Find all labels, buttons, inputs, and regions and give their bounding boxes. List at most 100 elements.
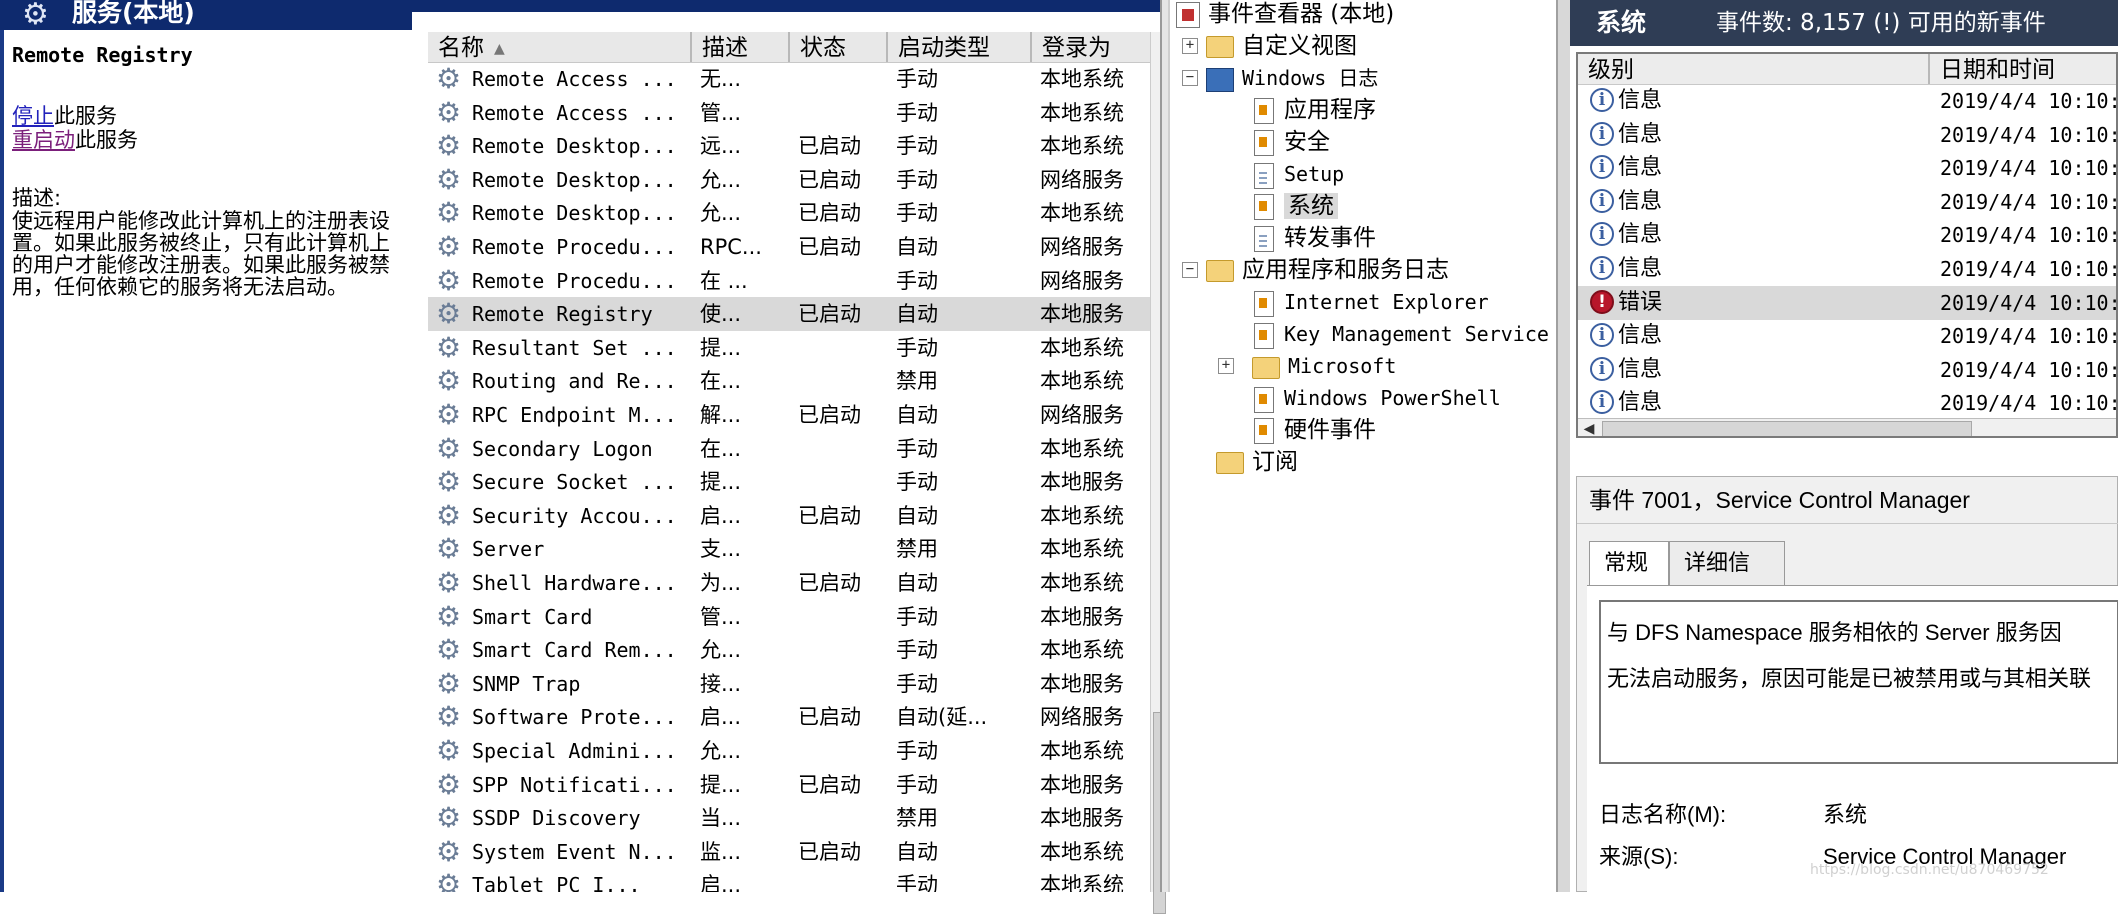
- service-name: Remote Procedu...: [472, 268, 677, 293]
- event-row[interactable]: ! 错误 2019/4/4 10:10:: [1578, 285, 2116, 320]
- services-pane: ⚙ 服务(本地) Remote Registry 停止此服务 重启动此服务 描述…: [0, 0, 1167, 914]
- column-header-logon-as[interactable]: 登录为: [1032, 32, 1158, 62]
- table-row[interactable]: ⚙ Remote Desktop... 远... 已启动 手动 本地系统: [428, 129, 1150, 163]
- tree-key-management-service[interactable]: Key Management Service: [1254, 318, 1549, 350]
- events-horizontal-scrollbar[interactable]: ◀: [1578, 418, 2116, 436]
- tree-application-log[interactable]: 应用程序: [1254, 94, 1376, 126]
- tree-hardware-events[interactable]: 硬件事件: [1254, 414, 1376, 446]
- event-row[interactable]: i 信息 2019/4/4 10:10:: [1578, 218, 2116, 252]
- table-row[interactable]: ⚙ Secure Socket ... 提... 手动 本地服务: [428, 465, 1150, 499]
- service-startup-type: 禁用: [896, 369, 938, 394]
- table-row[interactable]: ⚙ Routing and Re... 在... 禁用 本地系统: [428, 364, 1150, 398]
- table-row[interactable]: ⚙ Remote Access ... 管... 手动 本地系统: [428, 96, 1150, 130]
- event-row[interactable]: i 信息 2019/4/4 10:10:: [1578, 252, 2116, 286]
- table-row[interactable]: ⚙ Remote Access ... 无... 手动 本地系统: [428, 64, 1150, 96]
- tree-security-log[interactable]: 安全: [1254, 126, 1330, 158]
- table-row[interactable]: ⚙ Tablet PC I... 启... 手动 本地系统: [428, 868, 1150, 892]
- table-row[interactable]: ⚙ System Event N... 监... 已启动 自动 本地系统: [428, 835, 1150, 869]
- tree-custom-views[interactable]: 自定义视图: [1206, 30, 1357, 62]
- table-row[interactable]: ⚙ Remote Procedu... 在 ... 手动 网络服务: [428, 264, 1150, 298]
- event-viewer-tree: 事件查看器 (本地) + 自定义视图 − Windows 日志 应用程序 安全 …: [1172, 0, 1562, 892]
- tree-internet-explorer[interactable]: Internet Explorer: [1254, 286, 1489, 318]
- restart-service-suffix: 此服务: [75, 128, 138, 152]
- table-row[interactable]: ⚙ Resultant Set ... 提... 手动 本地系统: [428, 331, 1150, 365]
- collapse-windows-logs[interactable]: −: [1182, 70, 1198, 86]
- table-row[interactable]: ⚙ Shell Hardware... 为... 已启动 自动 本地系统: [428, 566, 1150, 600]
- event-row[interactable]: i 信息 2019/4/4 10:10:: [1578, 353, 2116, 387]
- service-logon-as: 本地系统: [1040, 503, 1124, 528]
- table-row[interactable]: ⚙ Secondary Logon 在... 手动 本地系统: [428, 432, 1150, 466]
- column-header-description[interactable]: 描述: [692, 32, 790, 62]
- tree-splitter[interactable]: [1556, 0, 1570, 892]
- event-row[interactable]: i 信息 2019/4/4 10:10:: [1578, 319, 2118, 353]
- event-message-box[interactable]: 与 DFS Namespace 服务相依的 Server 服务因 无法启动服务，…: [1599, 600, 2118, 764]
- service-startup-type: 手动: [896, 201, 938, 226]
- service-name: Secondary Logon: [472, 436, 653, 461]
- column-header-startup-type[interactable]: 启动类型: [888, 32, 1032, 62]
- windows-logs-icon: [1206, 67, 1234, 92]
- event-row[interactable]: i 信息 2019/4/4 10:10:: [1578, 84, 2118, 118]
- table-row[interactable]: ⚙ Remote Desktop... 允... 已启动 手动 本地系统: [428, 196, 1150, 230]
- tab-details[interactable]: 详细信息: [1669, 541, 1785, 620]
- event-row[interactable]: i 信息 2019/4/4 10:10:: [1578, 386, 2116, 420]
- column-header-datetime[interactable]: 日期和时间: [1930, 54, 2116, 84]
- service-status: 已启动: [798, 167, 861, 192]
- service-name: Server: [472, 537, 545, 562]
- column-header-name-cell[interactable]: 名称 ▲: [428, 32, 692, 62]
- table-row[interactable]: ⚙ RPC Endpoint M... 解... 已启动 自动 网络服务: [428, 398, 1150, 432]
- table-row[interactable]: ⚙ Software Prote... 启... 已启动 自动(延... 网络服务: [428, 700, 1150, 734]
- table-row[interactable]: ⚙ Special Admini... 允... 手动 本地系统: [428, 734, 1150, 768]
- tree-app-service-logs[interactable]: 应用程序和服务日志: [1206, 254, 1449, 286]
- table-row[interactable]: ⚙ Smart Card Rem... 允... 手动 本地系统: [428, 633, 1150, 667]
- info-icon: i: [1590, 323, 1614, 348]
- table-row[interactable]: ⚙ SSDP Discovery 当... 禁用 本地服务: [428, 801, 1150, 835]
- restart-service-link[interactable]: 重启动: [12, 128, 75, 152]
- table-row[interactable]: ⚙ SNMP Trap 接... 手动 本地服务: [428, 667, 1150, 701]
- table-row[interactable]: ⚙ Remote Desktop... 允... 已启动 手动 网络服务: [428, 163, 1150, 197]
- tree-microsoft[interactable]: Microsoft: [1252, 350, 1396, 382]
- event-row[interactable]: i 信息 2019/4/4 10:10:: [1578, 185, 2116, 219]
- tree-setup-log[interactable]: Setup: [1254, 158, 1344, 190]
- folder-icon: [1206, 35, 1234, 58]
- column-name-label: 名称: [438, 35, 484, 61]
- pane-splitter[interactable]: [1160, 0, 1170, 892]
- tree-windows-powershell[interactable]: Windows PowerShell: [1254, 382, 1501, 414]
- event-row[interactable]: i 信息 2019/4/4 10:10:: [1578, 118, 2116, 152]
- event-datetime: 2019/4/4 10:10:: [1940, 89, 2118, 113]
- collapse-app-service-logs[interactable]: −: [1182, 262, 1198, 278]
- tree-forwarded-events[interactable]: 转发事件: [1254, 222, 1376, 254]
- expand-custom-views[interactable]: +: [1182, 38, 1198, 54]
- service-logon-as: 网络服务: [1040, 705, 1124, 730]
- table-row[interactable]: ⚙ Smart Card 管... 手动 本地服务: [428, 600, 1150, 634]
- column-header-status[interactable]: 状态: [790, 32, 888, 62]
- source-field: 来源(S): Service Control Manager: [1599, 842, 2066, 872]
- event-row[interactable]: i 信息 2019/4/4 10:10:: [1578, 151, 2116, 185]
- info-icon: i: [1590, 88, 1614, 112]
- table-row[interactable]: ⚙ Server 支... 禁用 本地系统: [428, 532, 1150, 566]
- expand-microsoft[interactable]: +: [1218, 358, 1234, 374]
- table-row[interactable]: ⚙ SPP Notificati... 提... 已启动 手动 本地服务: [428, 768, 1150, 802]
- service-logon-as: 本地系统: [1040, 638, 1124, 663]
- services-header-title: 服务(本地): [72, 0, 195, 27]
- scroll-left-icon[interactable]: ◀: [1580, 419, 1598, 436]
- tab-general[interactable]: 常规: [1589, 541, 1669, 587]
- service-name: Secure Socket ...: [472, 470, 677, 495]
- gear-icon: ⚙: [436, 297, 462, 331]
- event-datetime: 2019/4/4 10:10:: [1940, 324, 2118, 349]
- gear-icon: ⚙: [436, 398, 462, 431]
- service-description-cell: 提...: [700, 470, 742, 495]
- log-name-field: 日志名称(M): 系统: [1599, 800, 1867, 830]
- service-name: Smart Card: [472, 604, 593, 629]
- scrollbar-thumb[interactable]: [1602, 421, 1972, 436]
- table-row[interactable]: ⚙ Security Accou... 启... 已启动 自动 本地系统: [428, 499, 1150, 533]
- tree-windows-logs[interactable]: Windows 日志: [1206, 62, 1378, 94]
- service-status: 已启动: [798, 503, 861, 528]
- table-row[interactable]: ⚙ Remote Procedu... RPC... 已启动 自动 网络服务: [428, 230, 1150, 264]
- table-row[interactable]: ⚙ Remote Registry 使... 已启动 自动 本地服务: [428, 297, 1150, 332]
- tree-root[interactable]: 事件查看器 (本地): [1176, 0, 1394, 30]
- column-header-level[interactable]: 级别: [1578, 54, 1930, 84]
- tree-subscriptions[interactable]: 订阅: [1216, 446, 1298, 478]
- info-icon: i: [1590, 155, 1614, 180]
- stop-service-link[interactable]: 停止: [12, 104, 54, 128]
- tree-system-log[interactable]: 系统: [1254, 190, 1338, 222]
